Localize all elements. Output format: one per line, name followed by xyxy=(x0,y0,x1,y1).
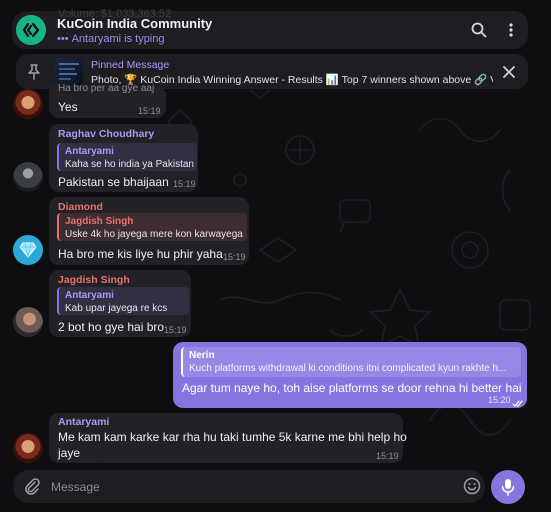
reply-quote[interactable]: Jagdish Singh Uske 4k ho jayega mere kon… xyxy=(57,213,247,241)
message-text: Me kam kam karke kar rha hu taki tumhe 5… xyxy=(58,430,407,444)
message-time: 15:19 xyxy=(138,106,161,116)
message-text: Yes xyxy=(58,100,78,114)
sender-name[interactable]: Jagdish Singh xyxy=(58,274,130,286)
message-text: Agar tum naye ho, toh aise platforms se … xyxy=(182,381,522,395)
diamond-icon xyxy=(19,242,37,258)
quote-name: Antaryami xyxy=(65,290,114,301)
message-time: 15:19 xyxy=(223,252,246,262)
emoji-icon[interactable] xyxy=(463,477,481,495)
message-bubble[interactable]: Antaryami Me kam kam karke kar rha hu ta… xyxy=(49,413,407,463)
kucoin-logo-icon[interactable] xyxy=(16,15,46,45)
avatar[interactable] xyxy=(13,307,43,337)
message-bubble[interactable]: Ha bro per aa gye aaj Yes 15:19 xyxy=(49,83,166,118)
message-text: Ha bro me kis liye hu phir yaha xyxy=(58,247,223,261)
pin-icon[interactable] xyxy=(25,63,43,81)
reply-quote[interactable]: Antaryami Kab upar jayega re kcs xyxy=(57,287,189,315)
microphone-icon xyxy=(501,479,515,496)
quote-text: Kuch platforms withdrawal ki conditions … xyxy=(189,363,507,374)
chat-header[interactable]: Volume: $1,033,363.52 KuCoin India Commu… xyxy=(12,8,528,49)
double-check-icon xyxy=(512,395,524,413)
typing-status: ••• Antaryami is typing xyxy=(57,33,165,45)
message-time: 15:19 xyxy=(376,451,399,461)
typing-dots: ••• xyxy=(57,33,69,45)
chat-title[interactable]: KuCoin India Community xyxy=(57,16,212,31)
outgoing-message-bubble[interactable]: Nerin Kuch platforms withdrawal ki condi… xyxy=(173,342,527,408)
avatar[interactable] xyxy=(13,162,43,192)
close-icon[interactable] xyxy=(500,63,518,81)
message-bubble[interactable]: Raghav Choudhary Antaryami Kaha se ho in… xyxy=(49,124,198,192)
quote-text: Kaha se ho india ya Pakistan xyxy=(65,159,194,170)
pinned-title: Pinned Message xyxy=(91,59,170,71)
quote-name: Nerin xyxy=(189,350,215,361)
message-text: 2 bot ho gye hai bro xyxy=(58,320,165,334)
avatar[interactable] xyxy=(13,235,43,265)
message-bubble[interactable]: Diamond Jagdish Singh Uske 4k ho jayega … xyxy=(49,197,249,265)
sender-name[interactable]: Raghav Choudhary xyxy=(58,128,154,140)
message-time: 15:20 xyxy=(488,395,511,405)
quote-text: Uske 4k ho jayega mere kon karwayega xyxy=(65,229,243,240)
sender-name[interactable]: Diamond xyxy=(58,201,103,213)
pinned-thumbnail xyxy=(55,58,83,85)
quote-text: Kab upar jayega re kcs xyxy=(65,303,168,314)
message-time: 15:19 xyxy=(173,179,196,189)
typing-status-text: Antaryami is typing xyxy=(71,33,165,45)
attach-icon[interactable] xyxy=(23,477,41,495)
more-vertical-icon[interactable] xyxy=(501,20,521,40)
sender-name[interactable]: Antaryami xyxy=(58,416,109,428)
reply-quote[interactable]: Nerin Kuch platforms withdrawal ki condi… xyxy=(181,347,521,377)
avatar[interactable] xyxy=(13,433,43,463)
message-text: Pakistan se bhaijaan xyxy=(58,175,169,189)
message-text-partial: Ha bro per aa gye aaj xyxy=(58,83,155,94)
message-input[interactable] xyxy=(49,476,433,498)
quote-name: Antaryami xyxy=(65,146,114,157)
message-bubble[interactable]: Jagdish Singh Antaryami Kab upar jayega … xyxy=(49,270,191,337)
quote-name: Jagdish Singh xyxy=(65,216,134,227)
message-time: 15:19 xyxy=(164,325,187,335)
reply-quote[interactable]: Antaryami Kaha se ho india ya Pakistan xyxy=(57,143,197,171)
search-icon[interactable] xyxy=(469,20,489,40)
avatar[interactable] xyxy=(13,89,43,119)
message-composer xyxy=(13,470,485,503)
message-text: jaye xyxy=(58,446,81,460)
microphone-button[interactable] xyxy=(491,470,525,504)
